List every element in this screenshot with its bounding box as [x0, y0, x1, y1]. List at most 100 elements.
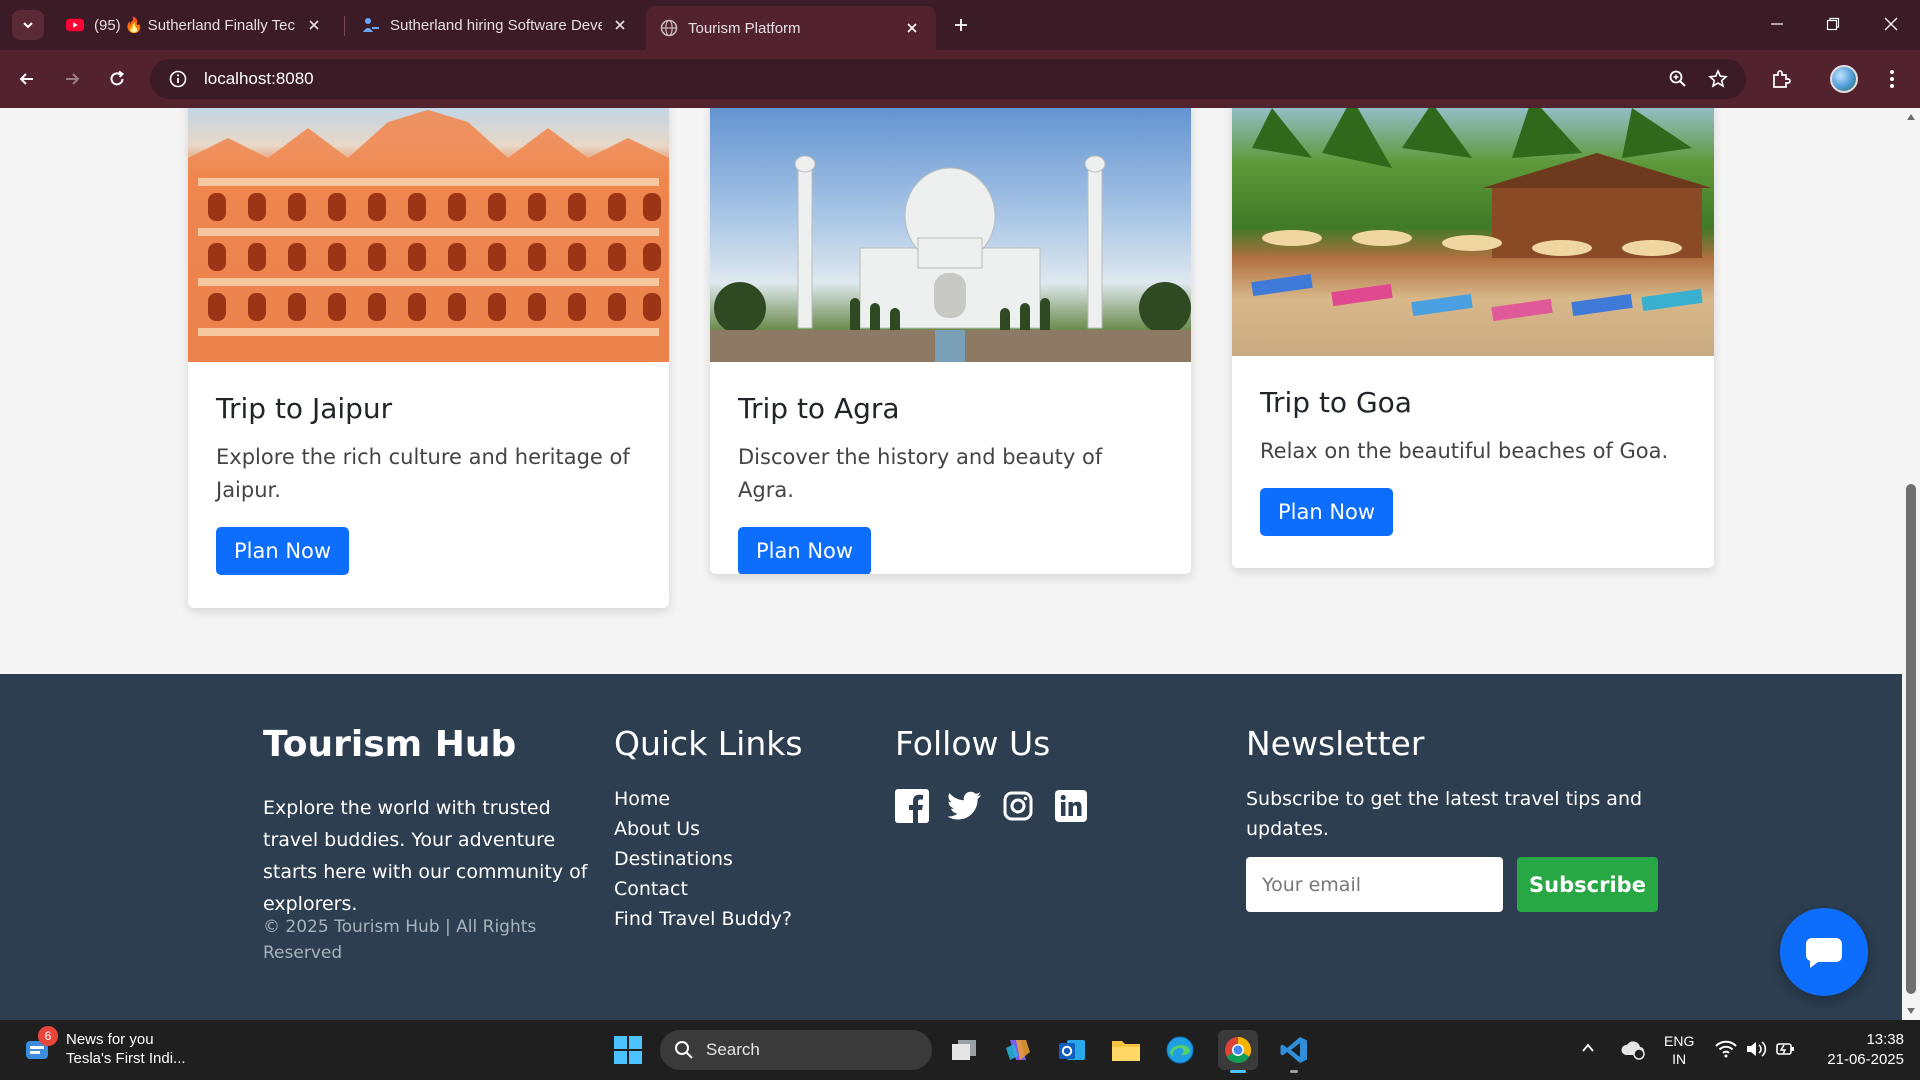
taskbar-search[interactable]: Search — [660, 1030, 932, 1070]
chat-button[interactable] — [1780, 908, 1868, 996]
start-button[interactable] — [608, 1030, 648, 1070]
language-code: ENG — [1664, 1033, 1695, 1049]
chat-bubble-icon — [1806, 938, 1842, 968]
outlook-app[interactable] — [1052, 1030, 1092, 1070]
minimize-icon — [1771, 23, 1783, 25]
plan-now-button[interactable]: Plan Now — [216, 527, 350, 575]
menu-kebab-icon[interactable] — [1874, 61, 1910, 97]
footer-link-destinations[interactable]: Destinations — [614, 844, 792, 874]
copilot-icon — [1006, 1040, 1030, 1060]
file-explorer-app[interactable] — [1106, 1030, 1146, 1070]
chrome-app[interactable] — [1218, 1030, 1258, 1073]
back-button[interactable] — [9, 61, 45, 97]
bookmark-star-icon[interactable] — [1698, 59, 1738, 99]
tab-sutherland-job[interactable]: Sutherland hiring Software Developer — [348, 6, 644, 44]
destination-card-jaipur: Trip to Jaipur Explore the rich culture … — [188, 108, 669, 608]
wifi-icon[interactable] — [1715, 1040, 1737, 1063]
zoom-icon[interactable] — [1658, 59, 1698, 99]
close-window-button[interactable] — [1868, 8, 1914, 40]
footer-link-home[interactable]: Home — [614, 784, 792, 814]
close-tab-icon[interactable] — [902, 18, 922, 38]
instagram-icon[interactable] — [1001, 789, 1035, 823]
linkedin-icon[interactable] — [1054, 789, 1088, 823]
extensions-icon[interactable] — [1763, 61, 1799, 97]
close-icon — [1884, 17, 1898, 31]
language-indicator[interactable]: ENG IN — [1664, 1032, 1694, 1068]
show-hidden-icons-chevron-icon[interactable] — [1580, 1040, 1596, 1061]
close-tab-icon[interactable] — [304, 15, 324, 35]
site-footer: Tourism Hub Explore the world with trust… — [0, 674, 1902, 1020]
footer-brand: Tourism Hub — [263, 724, 517, 765]
plus-icon — [955, 19, 967, 31]
outlook-icon — [1059, 1040, 1085, 1060]
quick-links-list: Home About Us Destinations Contact Find … — [614, 784, 792, 934]
search-label: Search — [706, 1040, 760, 1059]
page-viewport: Trip to Jaipur Explore the rich culture … — [0, 108, 1902, 1020]
vscode-app[interactable] — [1274, 1030, 1314, 1073]
url-text: localhost:8080 — [204, 69, 314, 88]
edge-icon — [1166, 1036, 1194, 1064]
card-title: Trip to Jaipur — [216, 392, 393, 425]
subscribe-button[interactable]: Subscribe — [1517, 857, 1658, 912]
onedrive-sync-icon[interactable] — [1620, 1038, 1646, 1065]
plan-now-button[interactable]: Plan Now — [738, 527, 872, 574]
arrow-left-icon — [19, 73, 33, 85]
facebook-icon[interactable] — [895, 789, 929, 823]
arrow-right-icon — [66, 73, 80, 85]
scroll-down-arrow-icon[interactable] — [1906, 1006, 1916, 1016]
site-info-icon[interactable] — [158, 70, 198, 88]
newsletter-title: Newsletter — [1246, 724, 1425, 763]
card-description: Relax on the beautiful beaches of Goa. — [1260, 439, 1669, 463]
folder-icon — [1112, 1041, 1140, 1061]
scroll-up-arrow-icon[interactable] — [1906, 112, 1916, 122]
plan-now-button[interactable]: Plan Now — [1260, 488, 1394, 536]
news-badge: 6 — [38, 1026, 58, 1046]
active-app-indicator — [1230, 1070, 1246, 1073]
address-bar[interactable]: localhost:8080 — [150, 59, 1746, 99]
profile-avatar[interactable] — [1830, 65, 1858, 93]
tab-search-button[interactable] — [12, 10, 44, 40]
battery-icon[interactable] — [1775, 1038, 1797, 1065]
card-description: Explore the rich culture and heritage of… — [216, 445, 630, 502]
news-title: News for you — [66, 1031, 154, 1048]
job-site-icon — [362, 16, 380, 34]
twitter-icon[interactable] — [948, 789, 982, 823]
taj-mahal-photo — [710, 108, 1191, 362]
clock[interactable]: 13:38 21-06-2025 — [1818, 1030, 1904, 1070]
clock-date: 21-06-2025 — [1827, 1051, 1904, 1068]
quick-links-title: Quick Links — [614, 724, 803, 763]
scrollbar-thumb[interactable] — [1906, 484, 1916, 994]
hawa-mahal-photo — [188, 108, 669, 362]
page-scrollbar[interactable] — [1902, 108, 1920, 1020]
task-view-button[interactable] — [944, 1030, 984, 1070]
windows-taskbar: News for you Tesla's First Indi... 6 Sea… — [0, 1020, 1920, 1080]
tab-youtube[interactable]: (95) 🔥 Sutherland Finally Tech Hiring — [52, 6, 338, 44]
windows-logo-icon — [614, 1036, 642, 1064]
minimize-button[interactable] — [1754, 8, 1800, 40]
chevron-down-icon — [23, 22, 33, 29]
card-title: Trip to Goa — [1260, 386, 1412, 419]
footer-link-contact[interactable]: Contact — [614, 874, 792, 904]
reload-button[interactable] — [99, 61, 135, 97]
volume-icon[interactable] — [1745, 1040, 1767, 1063]
search-icon — [675, 1041, 693, 1059]
tab-separator — [344, 16, 345, 36]
close-tab-icon[interactable] — [610, 15, 630, 35]
region-code: IN — [1672, 1051, 1687, 1067]
footer-link-find-travel-buddy[interactable]: Find Travel Buddy? — [614, 904, 792, 934]
vscode-icon — [1280, 1037, 1307, 1063]
new-tab-button[interactable] — [948, 12, 974, 38]
footer-about-text: Explore the world with trusted travel bu… — [263, 797, 588, 915]
restore-button[interactable] — [1810, 8, 1856, 40]
tab-title: Tourism Platform — [688, 19, 801, 37]
tab-title: Sutherland hiring Software Developer — [390, 16, 602, 34]
footer-link-about[interactable]: About Us — [614, 814, 792, 844]
chrome-icon — [1225, 1036, 1252, 1064]
edge-app[interactable] — [1160, 1030, 1200, 1070]
copilot-app[interactable] — [998, 1030, 1038, 1070]
tab-tourism-platform[interactable]: Tourism Platform — [646, 6, 936, 50]
globe-icon — [660, 19, 678, 37]
newsletter-email-input[interactable]: Your email — [1246, 857, 1503, 912]
forward-button[interactable] — [54, 61, 90, 97]
running-app-indicator — [1290, 1070, 1298, 1073]
